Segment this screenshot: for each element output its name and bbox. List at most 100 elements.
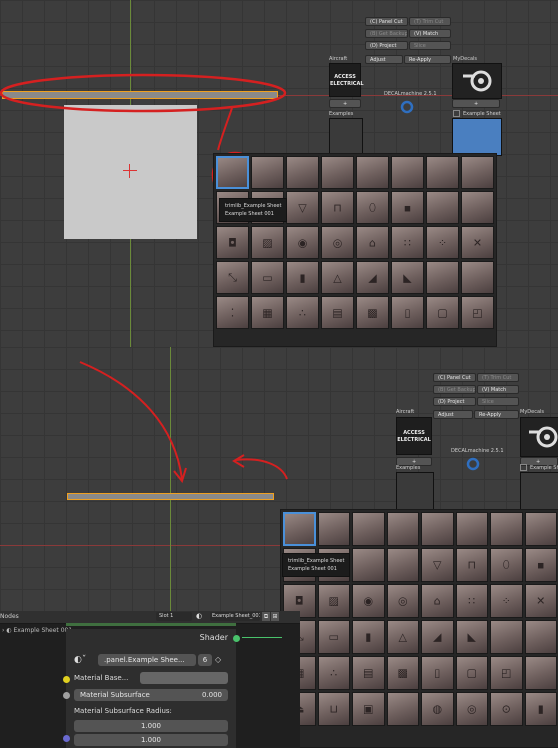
example-sheet-thumbnail[interactable] <box>452 118 502 156</box>
decal-tile[interactable]: ▤ <box>321 296 354 329</box>
decal-tile[interactable]: ✕ <box>524 584 557 618</box>
decal-tile[interactable]: ⊓ <box>455 548 488 582</box>
decal-tile[interactable] <box>356 156 389 189</box>
slice-button[interactable]: Slice <box>409 41 451 50</box>
adjust-button[interactable]: Adjust <box>433 410 473 419</box>
radius-socket[interactable] <box>63 735 70 742</box>
decal-tile[interactable] <box>455 512 488 546</box>
match-button[interactable]: (V) Match <box>477 385 519 394</box>
decal-tile[interactable]: ▩ <box>386 656 419 690</box>
decal-tile[interactable]: ▢ <box>426 296 459 329</box>
expand-arrow-icon[interactable]: › <box>2 627 4 634</box>
subsurface-field[interactable]: Material Subsurface 0.000 <box>74 689 228 701</box>
decal-tile[interactable]: ▦ <box>251 296 284 329</box>
decal-grid[interactable]: ▽ ⊓ ⬯ ▪ ◘ ▨ ◉ ◎ ⌂ ∷ ⁘ ✕ ⤡ ▭ ▮ △ ◢ ◣ ▦ ∴ … <box>280 509 558 748</box>
decal-tile[interactable]: ⌂ <box>421 584 454 618</box>
mydecals-library-thumbnail[interactable] <box>520 417 558 457</box>
decal-tile[interactable]: ◍ <box>421 692 454 726</box>
group-node[interactable]: Shader ◐ˇ .panel.Example Shee... 6 ◇ Mat… <box>63 623 240 748</box>
get-backup-button[interactable]: (B) Get Backup <box>433 385 476 394</box>
material-base-color-field[interactable] <box>140 672 228 684</box>
reapply-button[interactable]: Re-Apply <box>404 55 451 64</box>
decal-tile[interactable]: ⊙ <box>490 692 523 726</box>
decal-tile[interactable]: ◢ <box>356 261 389 294</box>
group-name-field[interactable]: .panel.Example Shee... <box>98 654 196 666</box>
decal-tile[interactable]: ▮ <box>286 261 319 294</box>
decal-tile[interactable] <box>426 191 459 224</box>
node-group-icon[interactable]: ◐ˇ <box>74 654 94 666</box>
decal-tile[interactable]: ▯ <box>421 656 454 690</box>
reapply-button[interactable]: Re-Apply <box>474 410 519 419</box>
aircraft-add-button[interactable]: + <box>329 99 361 108</box>
decal-tile[interactable]: ⤡ <box>216 261 249 294</box>
viewport-top[interactable]: (C) Panel Cut (T) Trim Cut (B) Get Backu… <box>0 0 558 347</box>
decal-tile[interactable]: ◣ <box>455 620 488 654</box>
decal-tile[interactable]: ▢ <box>455 656 488 690</box>
decal-tile[interactable]: ◰ <box>490 656 523 690</box>
decal-tile[interactable]: ◎ <box>455 692 488 726</box>
radius-y-field[interactable]: 1.000 <box>74 734 228 746</box>
subsurface-socket[interactable] <box>63 692 70 699</box>
decal-tile[interactable]: ⁚ <box>216 296 249 329</box>
decal-tile[interactable] <box>490 620 523 654</box>
decal-tile[interactable] <box>490 512 523 546</box>
decal-tile[interactable] <box>386 692 419 726</box>
decal-tile[interactable]: ✕ <box>461 226 494 259</box>
decal-tile[interactable] <box>352 512 385 546</box>
decal-tile[interactable] <box>524 656 557 690</box>
material-name-field[interactable]: Example Sheet_001 <box>210 612 260 621</box>
decal-tile[interactable] <box>461 261 494 294</box>
decal-tile[interactable]: ◎ <box>386 584 419 618</box>
decal-tile[interactable] <box>426 156 459 189</box>
decal-tile[interactable]: ▨ <box>251 226 284 259</box>
decal-grid[interactable]: ▽ ⊓ ⬯ ▪ ◘ ▨ ◉ ◎ ⌂ ∷ ⁘ ✕ ⤡ ▭ ▮ △ ◢ ◣ ⁚ ▦ … <box>213 153 497 347</box>
example-sheet-checkbox[interactable] <box>520 464 527 471</box>
decal-tile[interactable]: ⊓ <box>321 191 354 224</box>
match-button[interactable]: (V) Match <box>409 29 451 38</box>
decal-tile[interactable]: ⁘ <box>490 584 523 618</box>
slot-dropdown[interactable]: Slot 1 <box>156 612 192 621</box>
decal-tile[interactable]: △ <box>321 261 354 294</box>
aircraft-library-thumbnail[interactable]: ACCESS ELECTRICAL <box>329 63 364 97</box>
decal-tile[interactable]: ◣ <box>391 261 424 294</box>
decal-tile[interactable]: ∷ <box>391 226 424 259</box>
decal-tile[interactable]: ⁘ <box>426 226 459 259</box>
decal-tile-selected[interactable] <box>216 156 249 189</box>
decal-tile[interactable] <box>421 512 454 546</box>
decal-tile[interactable]: ▮ <box>524 692 557 726</box>
decal-tile[interactable]: △ <box>386 620 419 654</box>
decal-tile[interactable]: ▽ <box>286 191 319 224</box>
project-button[interactable]: (D) Project <box>365 41 408 50</box>
project-button[interactable]: (D) Project <box>433 397 476 406</box>
decal-tile[interactable]: ▽ <box>421 548 454 582</box>
decal-tile[interactable]: ▯ <box>391 296 424 329</box>
decal-tile[interactable]: ◉ <box>352 584 385 618</box>
decal-tile[interactable]: ◎ <box>321 226 354 259</box>
decal-tile[interactable]: ▣ <box>352 692 385 726</box>
decal-tile[interactable] <box>321 156 354 189</box>
decal-tile-selected[interactable] <box>283 512 316 546</box>
tree-item[interactable]: › ◐ Example Sheet 001 <box>2 627 72 634</box>
slice-button[interactable]: Slice <box>477 397 519 406</box>
material-base-socket[interactable] <box>63 676 70 683</box>
decal-tile[interactable]: ▪ <box>391 191 424 224</box>
decal-tile[interactable]: ▭ <box>251 261 284 294</box>
decal-tile[interactable]: ∴ <box>317 656 350 690</box>
decal-tile[interactable]: ⬯ <box>490 548 523 582</box>
decal-tile[interactable]: ∷ <box>455 584 488 618</box>
mydecals-library-thumbnail[interactable] <box>452 63 502 99</box>
decal-tile[interactable] <box>251 156 284 189</box>
decal-tile[interactable] <box>524 620 557 654</box>
decal-tile[interactable]: ◰ <box>461 296 494 329</box>
decal-tile[interactable] <box>461 191 494 224</box>
decal-tile[interactable]: ◘ <box>216 226 249 259</box>
trim-cut-button[interactable]: (T) Trim Cut <box>409 17 451 26</box>
decal-tile[interactable]: ▮ <box>352 620 385 654</box>
decal-tile[interactable]: ◉ <box>286 226 319 259</box>
mydecals-add-button[interactable]: + <box>452 99 500 108</box>
new-material-icon[interactable]: ⊞ <box>271 612 279 621</box>
adjust-button[interactable]: Adjust <box>365 55 403 64</box>
decal-tile[interactable]: ▪ <box>524 548 557 582</box>
copy-material-icon[interactable]: ⧉ <box>262 612 270 621</box>
shader-output-socket[interactable] <box>233 635 240 642</box>
